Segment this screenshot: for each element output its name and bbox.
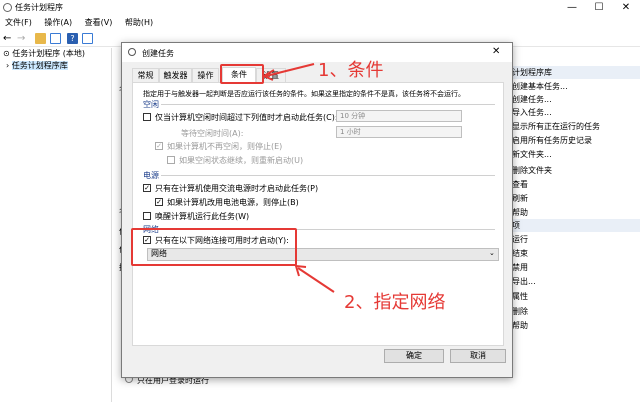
annotation-step1: 1、条件 (318, 60, 384, 81)
action-item[interactable]: 导入任务... (512, 107, 552, 118)
wake-label: 唤醒计算机运行此任务(W) (155, 212, 250, 221)
action-sub-item[interactable]: 禁用 (512, 262, 528, 273)
highlight-network (131, 228, 297, 266)
action-item[interactable]: 删除文件夹 (512, 165, 552, 176)
idle-wait-label: 等待空闲时间(A): (181, 129, 244, 138)
action-sub-item[interactable]: 导出... (512, 276, 536, 287)
ac-power-label: 只有在计算机使用交流电源时才启动此任务(P) (155, 184, 319, 193)
action-item[interactable]: 帮助 (512, 207, 528, 218)
description-text: 指定用于与触发器一起判断是否应运行该任务的条件。如果这里指定的条件不是真，该任务… (143, 90, 465, 98)
wake-checkbox[interactable] (143, 212, 151, 220)
tab-actions[interactable]: 操作 (192, 68, 219, 82)
app-icon (3, 3, 12, 12)
ok-button[interactable]: 确定 (384, 349, 444, 363)
maximize-button[interactable]: ☐ (585, 0, 613, 15)
properties-icon[interactable] (82, 33, 93, 44)
battery-stop-label: 如果计算机改用电池电源，则停止(B) (167, 198, 299, 207)
tree-library-label: 任务计划程序库 (11, 61, 68, 70)
dialog-title: 创建任务 (142, 49, 174, 58)
idle-start-label: 仅当计算机空闲时间超过下列值时才启动此任务(C): (155, 113, 338, 122)
idle-wait-select[interactable]: 1 小时 (336, 126, 462, 138)
window-titlebar: 任务计划程序 — ☐ ✕ (0, 0, 640, 15)
forward-icon[interactable]: → (17, 33, 28, 44)
action-item[interactable]: 新文件夹... (512, 149, 552, 160)
chevron-down-icon: ⌄ (489, 249, 495, 257)
cancel-button[interactable]: 取消 (450, 349, 506, 363)
action-sub-item[interactable]: 运行 (512, 234, 528, 245)
idle-duration-select[interactable]: 10 分钟 (336, 110, 462, 122)
action-item[interactable]: 显示所有正在运行的任务 (512, 121, 600, 132)
section-idle: 空闲 (143, 100, 159, 109)
arrow-step2 (294, 264, 335, 293)
section-power: 电源 (143, 171, 159, 180)
action-item[interactable]: 创建任务... (512, 94, 552, 105)
tree-root-label: 任务计划程序 (本地) (12, 49, 86, 58)
idle-stop-checkbox[interactable]: ✓ (155, 142, 163, 150)
divider (161, 104, 495, 105)
console-tree: ⊙ 任务计划程序 (本地) › 任务计划程序库 (0, 48, 112, 402)
close-button[interactable]: ✕ (612, 0, 640, 15)
action-item[interactable]: 刷新 (512, 193, 528, 204)
console-tree-icon[interactable] (50, 33, 61, 44)
tab-general[interactable]: 常规 (132, 68, 159, 82)
help-icon[interactable]: ? (67, 33, 78, 44)
tab-triggers[interactable]: 触发器 (159, 68, 192, 82)
idle-stop-label: 如果计算机不再空闲，则停止(E) (167, 142, 283, 151)
conditions-panel: 指定用于与触发器一起判断是否应运行该任务的条件。如果这里指定的条件不是真，该任务… (132, 82, 504, 346)
divider (161, 175, 495, 176)
action-sub-item[interactable]: 属性 (512, 291, 528, 302)
up-folder-icon[interactable] (35, 33, 46, 44)
action-sub-item[interactable]: 帮助 (512, 320, 528, 331)
action-sub-item[interactable]: 删除 (512, 306, 528, 317)
annotation-step2: 2、指定网络 (344, 292, 446, 313)
tree-item-library[interactable]: › 任务计划程序库 (0, 60, 111, 72)
menu-bar: 文件(F) 操作(A) 查看(V) 帮助(H) (0, 15, 640, 30)
menu-view[interactable]: 查看(V) (80, 15, 118, 30)
menu-action[interactable]: 操作(A) (39, 15, 77, 30)
tree-item-root[interactable]: ⊙ 任务计划程序 (本地) (0, 48, 111, 60)
menu-file[interactable]: 文件(F) (0, 15, 37, 30)
dialog-close-icon[interactable]: ✕ (492, 46, 500, 57)
menu-help[interactable]: 帮助(H) (120, 15, 158, 30)
action-item[interactable]: 查看 (512, 179, 528, 190)
arrow-step1 (261, 63, 315, 81)
back-icon[interactable]: ← (3, 33, 14, 44)
battery-stop-checkbox[interactable]: ✓ (155, 198, 163, 206)
actions-sub-header: 项 (509, 219, 640, 232)
idle-start-checkbox[interactable] (143, 113, 151, 121)
clock-icon (128, 48, 136, 56)
actions-header: 计划程序库 (509, 66, 640, 79)
ac-power-checkbox[interactable]: ✓ (143, 184, 151, 192)
idle-restart-label: 如果空闲状态继续，则重新启动(U) (179, 156, 304, 165)
actions-pane: 计划程序库 创建基本任务... 创建任务... 导入任务... 显示所有正在运行… (509, 48, 640, 402)
minimize-button[interactable]: — (558, 0, 586, 15)
action-item[interactable]: 启用所有任务历史记录 (512, 135, 592, 146)
window-title: 任务计划程序 (15, 3, 63, 12)
action-item[interactable]: 创建基本任务... (512, 81, 568, 92)
create-task-dialog: 创建任务 ✕ 常规 触发器 操作 条件 设置 指定用于与触发器一起判断是否应运行… (121, 42, 513, 378)
action-sub-item[interactable]: 结束 (512, 248, 528, 259)
idle-restart-checkbox[interactable] (167, 156, 175, 164)
